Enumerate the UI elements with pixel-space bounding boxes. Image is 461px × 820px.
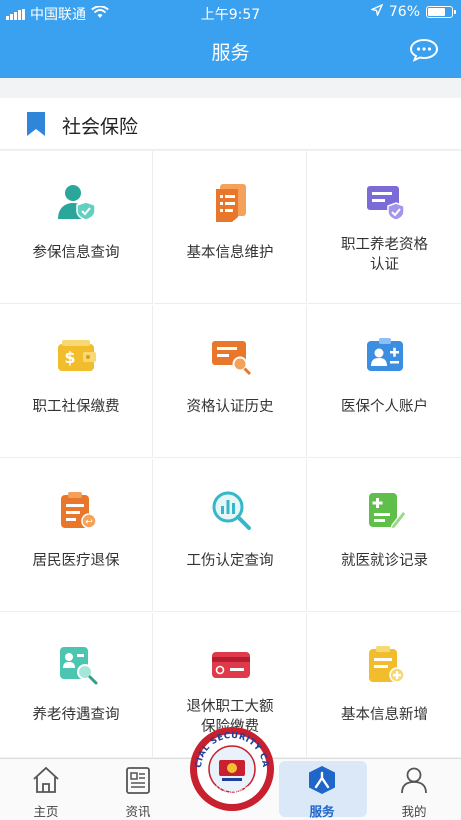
- service-item-medical-records[interactable]: 就医就诊记录: [308, 459, 461, 612]
- wallet-yuan-icon: $: [58, 340, 96, 371]
- service-label: 基本信息维护: [186, 245, 274, 261]
- card-search-icon: [212, 341, 252, 376]
- service-label: 职工社保缴费: [32, 399, 120, 415]
- svg-text:$: $: [64, 348, 75, 367]
- chat-bubble-icon[interactable]: [409, 38, 439, 66]
- nav-bar: 服务: [0, 24, 461, 78]
- card-emblem: SOCIAL SECURITY CARD 社会保障卡: [185, 715, 274, 811]
- medical-id-icon: [367, 338, 403, 371]
- tab-label: 我的: [401, 804, 427, 819]
- tab-service[interactable]: 服务: [276, 759, 368, 820]
- service-person-icon: [309, 766, 335, 794]
- tab-label: 服务: [309, 804, 335, 819]
- tab-profile[interactable]: 我的: [368, 759, 460, 820]
- service-item-pension-benefits[interactable]: 养老待遇查询: [0, 613, 153, 766]
- service-item-injury-query[interactable]: 工伤认定查询: [154, 459, 307, 612]
- service-item-basic-info-maintain[interactable]: 基本信息维护: [154, 151, 307, 304]
- social-security-card-icon[interactable]: SOCIAL SECURITY CARD 社会保障卡: [185, 715, 275, 816]
- bank-card-icon: [212, 652, 250, 678]
- medical-record-icon: [369, 493, 406, 530]
- bookmark-icon: [26, 112, 46, 140]
- chart-search-icon: [212, 491, 251, 530]
- clipboard-return-icon: ↩: [61, 492, 97, 529]
- service-item-insurance-query[interactable]: 参保信息查询: [0, 151, 153, 304]
- service-label: 基本信息新增: [341, 707, 428, 723]
- news-icon: [126, 767, 150, 794]
- status-right: 76%: [369, 3, 456, 20]
- page-title: 服务: [211, 42, 250, 64]
- battery-percent: 76%: [388, 4, 420, 20]
- service-label: 资格认证历史: [186, 399, 274, 415]
- tab-label: 资讯: [125, 804, 151, 819]
- service-label: 就医就诊记录: [341, 553, 428, 569]
- location-arrow-icon: [369, 3, 384, 20]
- tab-news[interactable]: 资讯: [92, 759, 184, 820]
- service-label: 居民医疗退保: [32, 553, 120, 569]
- section-title: 社会保险: [62, 116, 139, 138]
- service-item-pension-qualification[interactable]: 职工养老资格 认证: [308, 151, 461, 304]
- service-item-medical-account[interactable]: 医保个人账户: [308, 305, 461, 458]
- service-label: 职工养老资格 认证: [341, 237, 428, 273]
- home-icon: [33, 766, 59, 793]
- section-header: 社会保险: [0, 98, 461, 150]
- tab-home[interactable]: 主页: [0, 759, 92, 820]
- header-spacer: [0, 78, 461, 98]
- service-item-basic-info-add[interactable]: 基本信息新增: [308, 613, 461, 766]
- profile-icon: [401, 767, 427, 794]
- service-grid: 参保信息查询 基本信息维护 职工养老资格 认证 $ 职工社保缴费 资格认证历史 …: [0, 151, 461, 766]
- svg-text:↩: ↩: [85, 518, 93, 528]
- tab-label: 主页: [33, 804, 59, 819]
- service-item-resident-medical-refund[interactable]: ↩ 居民医疗退保: [0, 459, 153, 612]
- pension-search-icon: [60, 647, 98, 685]
- user-shield-icon: [58, 185, 96, 221]
- service-item-social-payment[interactable]: $ 职工社保缴费: [0, 305, 153, 458]
- service-item-qualification-history[interactable]: 资格认证历史: [154, 305, 307, 458]
- service-label: 工伤认定查询: [186, 553, 274, 569]
- service-label: 参保信息查询: [32, 245, 120, 261]
- clipboard-add-icon: [369, 646, 405, 683]
- status-bar: 中国联通 上午9:57 76%: [0, 0, 461, 24]
- battery-icon: [426, 6, 456, 18]
- service-label: 医保个人账户: [341, 399, 428, 415]
- card-check-icon: [367, 186, 405, 221]
- document-list-icon: [216, 184, 246, 222]
- service-label: 养老待遇查询: [32, 707, 120, 723]
